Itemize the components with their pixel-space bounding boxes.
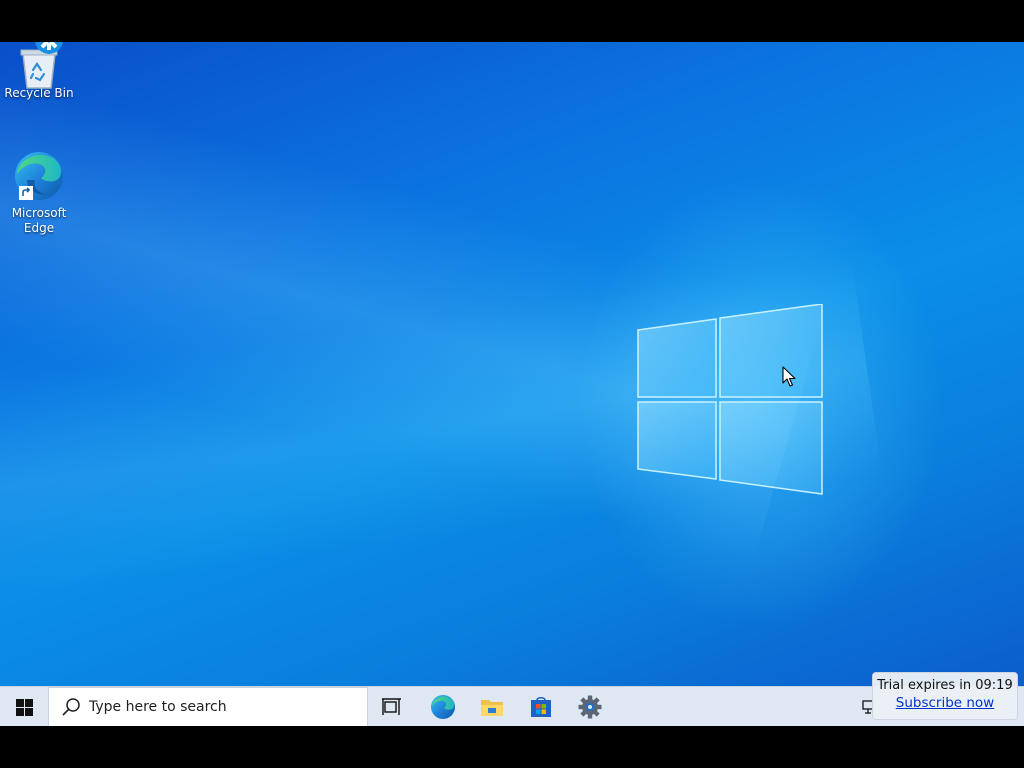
top-letterbox: [0, 0, 1024, 42]
desktop-icon-microsoft-edge[interactable]: Microsoft Edge: [1, 150, 77, 236]
gear-icon: [578, 695, 602, 719]
desktop[interactable]: Recycle Bin Microsoft Edge: [0, 42, 1024, 686]
shortcut-arrow-icon: [19, 186, 33, 200]
taskbar: [0, 686, 1024, 727]
taskbar-search-box[interactable]: [48, 687, 368, 727]
bottom-letterbox: [0, 726, 1024, 768]
windows-start-icon: [15, 698, 33, 716]
recycle-bin-icon: [20, 42, 63, 89]
task-view-icon: [382, 698, 401, 715]
windows-logo-wallpaper: [637, 304, 823, 495]
search-icon: [62, 698, 80, 716]
desktop-icon-recycle-bin[interactable]: Recycle Bin: [1, 42, 77, 101]
taskbar-settings-button[interactable]: [566, 687, 614, 727]
store-icon: [531, 696, 551, 717]
taskbar-edge-button[interactable]: [419, 687, 467, 727]
desktop-icon-label: Microsoft Edge: [11, 206, 67, 235]
trial-expiry-text: Trial expires in 09:19: [877, 678, 1013, 693]
folder-icon: [481, 700, 503, 716]
taskbar-store-button[interactable]: [517, 687, 565, 727]
start-button[interactable]: [0, 687, 48, 727]
task-view-button[interactable]: [368, 687, 416, 727]
mouse-cursor-icon: [782, 366, 796, 387]
taskbar-file-explorer-button[interactable]: [468, 687, 516, 727]
subscribe-now-link[interactable]: Subscribe now: [873, 694, 1017, 712]
edge-icon: [431, 695, 455, 719]
search-input[interactable]: [89, 699, 349, 715]
trial-expiry-overlay: Trial expires in 09:19 Subscribe now: [872, 672, 1018, 720]
